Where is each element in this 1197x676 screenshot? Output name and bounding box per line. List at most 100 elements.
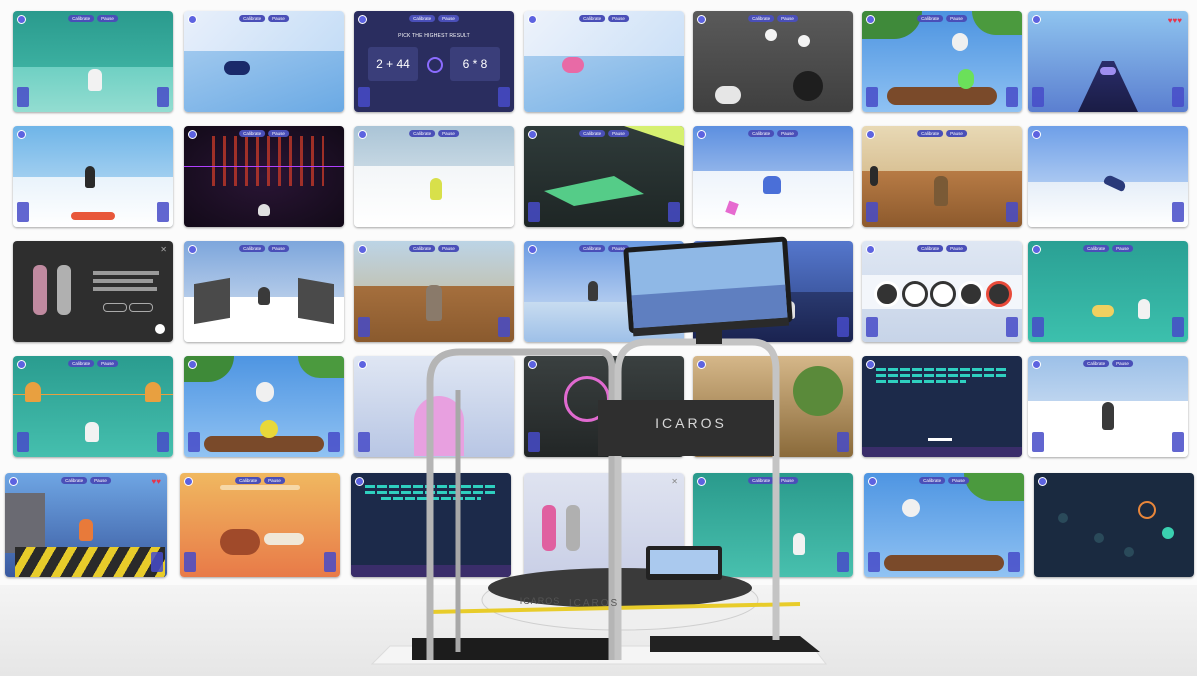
game-tile-ocean-rings[interactable]: Calibrate Pause (13, 356, 173, 457)
game-tile-snowboard[interactable]: Calibrate Pause (693, 126, 853, 227)
paddle[interactable] (928, 438, 952, 441)
calibrate-button[interactable]: Calibrate (917, 130, 944, 137)
menu-icon[interactable] (17, 15, 26, 24)
menu-icon[interactable] (188, 360, 197, 369)
close-icon[interactable]: ✕ (160, 245, 167, 254)
menu-icon[interactable] (697, 360, 706, 369)
calibrate-button[interactable]: Calibrate (409, 245, 436, 252)
target-circle[interactable] (930, 281, 956, 307)
game-tile-ocean-race[interactable]: Calibrate Pause (1028, 241, 1188, 342)
game-tile-savanna-run[interactable]: Calibrate Pause (862, 126, 1022, 227)
target-circle[interactable] (958, 281, 984, 307)
menu-icon[interactable] (1038, 477, 1047, 486)
menu-icon[interactable] (188, 130, 197, 139)
pause-button[interactable]: Pause (438, 130, 459, 137)
menu-icon[interactable] (697, 130, 706, 139)
game-tile-bird-nest-3[interactable]: Calibrate Pause (864, 473, 1024, 577)
menu-icon[interactable] (17, 360, 26, 369)
menu-icon[interactable] (866, 245, 875, 254)
calibrate-button[interactable]: Calibrate (409, 130, 436, 137)
pause-button[interactable]: Pause (946, 245, 967, 252)
menu-icon[interactable] (9, 477, 18, 486)
menu-icon[interactable] (866, 15, 875, 24)
game-tile-ski-downhill[interactable]: Calibrate Pause (354, 126, 514, 227)
menu-icon[interactable] (1032, 245, 1041, 254)
game-tile-bird-nest-2[interactable] (184, 356, 344, 457)
menu-icon[interactable] (358, 15, 367, 24)
game-tile-ocean-flight[interactable]: Calibrate Pause (13, 11, 173, 112)
menu-icon[interactable] (1032, 15, 1041, 24)
menu-icon[interactable] (528, 15, 537, 24)
calibrate-button[interactable]: Calibrate (748, 130, 775, 137)
menu-icon[interactable] (188, 15, 197, 24)
menu-icon[interactable] (697, 477, 706, 486)
calibrate-button[interactable]: Calibrate (919, 477, 946, 484)
game-tile-math-challenge[interactable]: Calibrate Pause PICK THE HIGHEST RESULT 2… (354, 11, 514, 112)
game-tile-ski-jump[interactable] (1028, 126, 1188, 227)
calibrate-button[interactable]: Calibrate (748, 15, 775, 22)
pause-button[interactable]: Pause (268, 130, 289, 137)
calibrate-button[interactable]: Calibrate (917, 245, 944, 252)
menu-icon[interactable] (868, 477, 877, 486)
pause-button[interactable]: Pause (268, 15, 289, 22)
calibrate-button[interactable]: Calibrate (239, 245, 266, 252)
pause-button[interactable]: Pause (777, 130, 798, 137)
menu-icon[interactable] (355, 477, 364, 486)
game-tile-target-circles[interactable]: Calibrate Pause (862, 241, 1022, 342)
close-icon[interactable]: ✕ (671, 477, 678, 486)
calibrate-button[interactable]: Calibrate (68, 15, 95, 22)
menu-icon[interactable] (184, 477, 193, 486)
game-tile-neon-runner[interactable]: ♥♥♥ (1028, 11, 1188, 112)
target-circle[interactable] (902, 281, 928, 307)
game-tile-slide-sky[interactable]: Calibrate Pause (184, 11, 344, 112)
menu-icon[interactable] (358, 130, 367, 139)
menu-icon[interactable] (188, 245, 197, 254)
calibrate-button[interactable]: Calibrate (579, 15, 606, 22)
pause-button[interactable]: Pause (946, 130, 967, 137)
pause-button[interactable]: Pause (438, 15, 459, 22)
pause-button[interactable]: Pause (948, 477, 969, 484)
menu-icon[interactable] (697, 15, 706, 24)
play-icon[interactable] (155, 324, 165, 334)
next-button[interactable] (129, 303, 153, 312)
game-tile-brick-breaker[interactable] (862, 356, 1022, 457)
pause-button[interactable]: Pause (268, 245, 289, 252)
menu-icon[interactable] (1032, 130, 1041, 139)
game-tile-ski-slope[interactable] (13, 126, 173, 227)
game-tile-dot-targets[interactable] (1034, 473, 1194, 577)
menu-icon[interactable] (866, 130, 875, 139)
menu-icon[interactable] (528, 360, 537, 369)
pause-button[interactable]: Pause (97, 15, 118, 22)
game-tile-canyon-track[interactable]: ♥♥ Calibrate Pause (5, 473, 167, 577)
target-circle[interactable] (874, 281, 900, 307)
calibrate-button[interactable]: Calibrate (409, 15, 436, 22)
menu-icon[interactable] (358, 360, 367, 369)
game-tile-savanna-path[interactable]: Calibrate Pause (354, 241, 514, 342)
pause-button[interactable]: Pause (777, 477, 798, 484)
calibrate-button[interactable]: Calibrate (1083, 360, 1110, 367)
menu-icon[interactable] (528, 245, 537, 254)
menu-icon[interactable] (1032, 360, 1041, 369)
game-tile-bird-nest[interactable]: Calibrate Pause (862, 11, 1022, 112)
pause-button[interactable]: Pause (1112, 245, 1133, 252)
calibrate-button[interactable]: Calibrate (579, 130, 606, 137)
calibrate-button[interactable]: Calibrate (239, 130, 266, 137)
calibrate-button[interactable]: Calibrate (239, 15, 266, 22)
calibrate-button[interactable]: Calibrate (579, 245, 606, 252)
game-tile-ski-forest[interactable]: Calibrate Pause (1028, 356, 1188, 457)
back-button[interactable] (103, 303, 127, 312)
menu-icon[interactable] (528, 130, 537, 139)
game-tile-slide-sky-2[interactable]: Calibrate Pause (524, 11, 684, 112)
calibrate-button[interactable]: Calibrate (68, 360, 95, 367)
menu-icon[interactable] (17, 130, 26, 139)
calibrate-button[interactable]: Calibrate (917, 15, 944, 22)
game-tile-body-guide[interactable]: ✕ (13, 241, 173, 342)
game-tile-balls[interactable]: Calibrate Pause (693, 11, 853, 112)
pause-button[interactable]: Pause (608, 130, 629, 137)
game-tile-space-shooter[interactable]: Calibrate Pause (184, 126, 344, 227)
pause-button[interactable]: Pause (264, 477, 285, 484)
game-tile-neon-tunnel[interactable]: Calibrate Pause (524, 126, 684, 227)
pause-button[interactable]: Pause (608, 15, 629, 22)
calibrate-button[interactable]: Calibrate (748, 477, 775, 484)
target-ring[interactable] (1138, 501, 1156, 519)
